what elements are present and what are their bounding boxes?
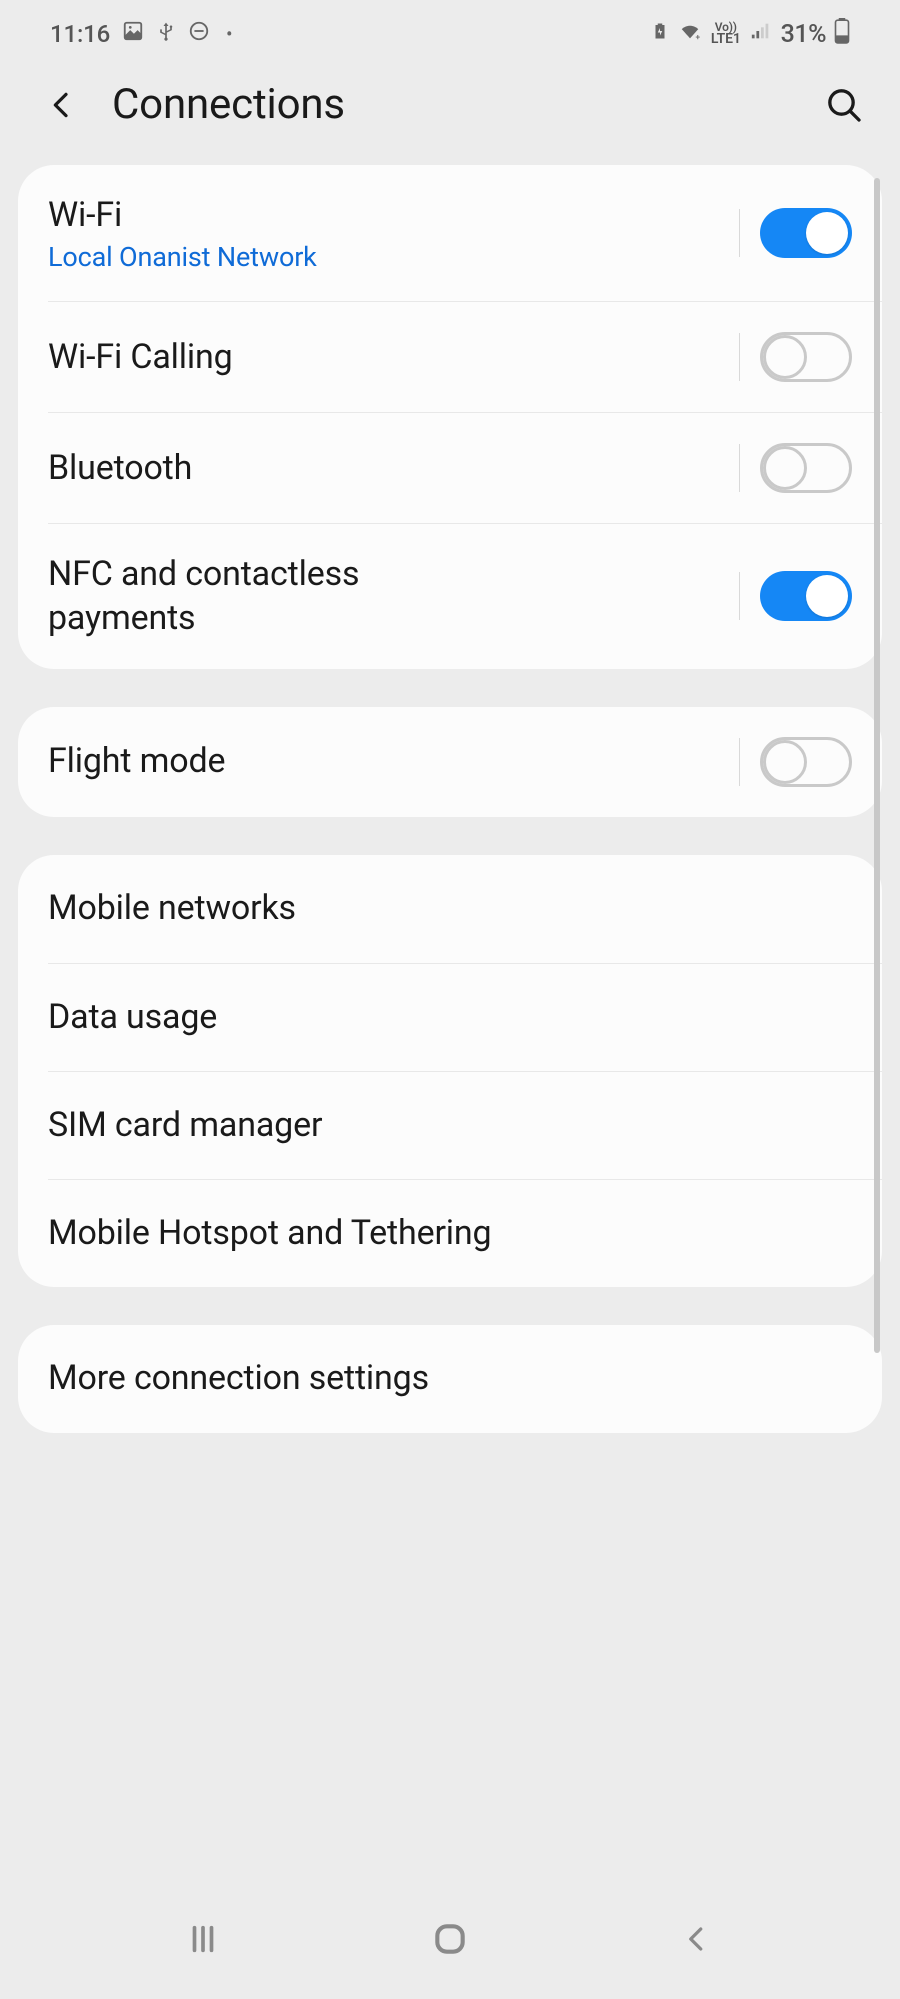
wifi-toggle[interactable] [760,208,852,258]
page-title: Connections [112,80,794,129]
card-connections-main: Wi-Fi Local Onanist Network Wi-Fi Callin… [18,165,882,669]
hotspot-title: Mobile Hotspot and Tethering [48,1211,852,1255]
search-button[interactable] [820,81,868,129]
row-mobile-networks[interactable]: Mobile networks [18,855,882,963]
image-icon [122,20,144,48]
nav-bar [0,1899,900,1999]
wifi-icon: + [677,20,703,48]
row-data-usage[interactable]: Data usage [48,963,882,1071]
wifi-calling-toggle[interactable] [760,332,852,382]
status-bar: 11:16 • + Vo)) LTE1 [0,0,900,58]
back-button[interactable] [38,81,86,129]
nfc-title: NFC and contactless payments [48,552,478,640]
nav-back-button[interactable] [667,1909,727,1969]
row-sim-manager[interactable]: SIM card manager [48,1071,882,1179]
row-wifi-calling[interactable]: Wi-Fi Calling [48,301,882,412]
bluetooth-title: Bluetooth [48,446,739,490]
row-flight-mode[interactable]: Flight mode [18,707,882,817]
row-nfc[interactable]: NFC and contactless payments [48,523,882,668]
flight-mode-title: Flight mode [48,739,739,783]
battery-percent: 31% [781,20,826,49]
dnd-icon [188,20,210,48]
row-more-settings[interactable]: More connection settings [18,1325,882,1433]
nfc-toggle[interactable] [760,571,852,621]
card-flight-mode: Flight mode [18,707,882,817]
divider [739,444,740,492]
row-wifi[interactable]: Wi-Fi Local Onanist Network [18,165,882,301]
sim-manager-title: SIM card manager [48,1103,852,1147]
svg-text:+: + [695,33,700,42]
recents-button[interactable] [173,1909,233,1969]
volte-indicator: Vo)) LTE1 [711,22,741,45]
data-usage-title: Data usage [48,995,852,1039]
usb-icon [156,19,176,49]
flight-mode-toggle[interactable] [760,737,852,787]
divider [739,572,740,620]
wifi-title: Wi-Fi [48,193,739,237]
row-bluetooth[interactable]: Bluetooth [48,412,882,523]
bluetooth-toggle[interactable] [760,443,852,493]
dot-icon: • [226,24,232,45]
more-settings-title: More connection settings [48,1356,852,1400]
card-more: More connection settings [18,1325,882,1433]
divider [739,738,740,786]
wifi-subtitle: Local Onanist Network [48,241,739,273]
signal-icon [749,20,773,48]
divider [739,209,740,257]
app-bar: Connections [0,58,900,165]
status-time: 11:16 [50,20,110,48]
wifi-calling-title: Wi-Fi Calling [48,335,739,379]
battery-icon [834,18,850,50]
row-hotspot[interactable]: Mobile Hotspot and Tethering [48,1179,882,1287]
settings-content: Wi-Fi Local Onanist Network Wi-Fi Callin… [0,165,900,1901]
battery-saver-icon [651,20,669,48]
card-mobile: Mobile networks Data usage SIM card mana… [18,855,882,1287]
home-button[interactable] [420,1909,480,1969]
divider [739,333,740,381]
scroll-indicator [874,178,880,1353]
mobile-networks-title: Mobile networks [48,886,852,930]
